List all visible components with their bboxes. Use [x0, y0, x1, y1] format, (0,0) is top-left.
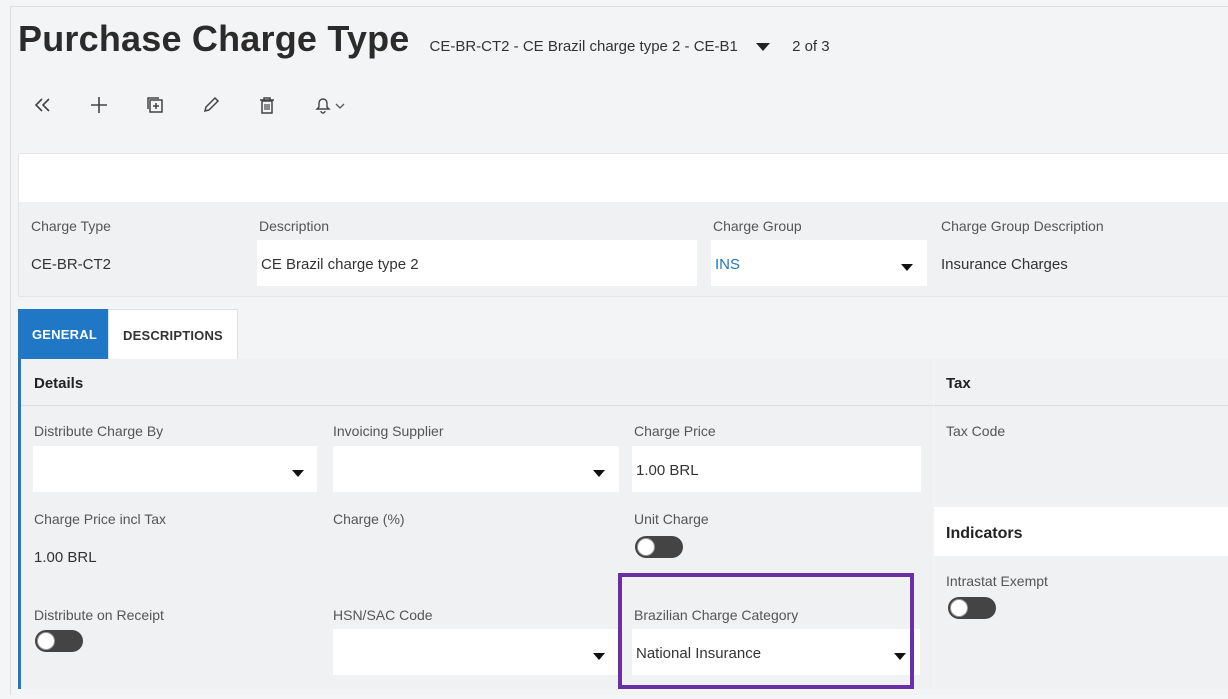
charge-group-desc-label: Charge Group Description	[941, 218, 1104, 234]
charge-price-incl-tax-value: 1.00 BRL	[34, 549, 97, 566]
toggle-knob	[37, 632, 55, 650]
tax-header	[934, 359, 1228, 406]
charge-type-value: CE-BR-CT2	[31, 256, 112, 273]
charge-price-field[interactable]: 1.00 BRL	[632, 446, 921, 492]
hsn-sac-label: HSN/SAC Code	[333, 607, 433, 623]
intrastat-exempt-toggle[interactable]	[948, 597, 996, 619]
description-field[interactable]: CE Brazil charge type 2	[257, 240, 697, 286]
tab-bar: GENERAL DESCRIPTIONS	[18, 309, 238, 360]
tax-code-label: Tax Code	[946, 423, 1006, 439]
invoicing-supplier-label: Invoicing Supplier	[333, 423, 444, 439]
distribute-on-receipt-label: Distribute on Receipt	[34, 607, 164, 623]
right-column: Tax Tax Code Indicators Intrastat Exempt	[934, 359, 1228, 689]
chevron-down-icon[interactable]	[593, 653, 605, 660]
charge-price-incl-tax-label: Charge Price incl Tax	[34, 511, 167, 527]
record-header-card: Charge Type CE-BR-CT2 Description CE Bra…	[18, 153, 1228, 297]
intrastat-exempt-label: Intrastat Exempt	[946, 573, 1048, 589]
description-label: Description	[259, 218, 330, 234]
record-count: 2 of 3	[792, 38, 830, 55]
tab-general[interactable]: GENERAL	[18, 309, 108, 359]
chevron-down-icon[interactable]	[901, 264, 913, 271]
chevron-down-icon[interactable]	[292, 470, 304, 477]
toolbar	[34, 86, 348, 124]
edit-icon[interactable]	[202, 86, 258, 124]
details-title: Details	[34, 375, 84, 392]
charge-type-label: Charge Type	[31, 218, 111, 234]
highlight-box	[618, 573, 914, 689]
toggle-knob	[637, 538, 655, 556]
record-selector-label: CE-BR-CT2 - CE Brazil charge type 2 - CE…	[429, 38, 738, 55]
details-header	[21, 359, 933, 406]
toggle-knob	[950, 599, 968, 617]
charge-price-value: 1.00 BRL	[636, 462, 699, 479]
distribute-on-receipt-toggle[interactable]	[35, 630, 83, 652]
record-selector[interactable]: CE-BR-CT2 - CE Brazil charge type 2 - CE…	[429, 38, 771, 55]
hsn-sac-field[interactable]	[333, 629, 619, 675]
delete-icon[interactable]	[258, 86, 314, 124]
add-icon[interactable]	[90, 86, 146, 124]
invoicing-supplier-field[interactable]	[333, 446, 619, 492]
page-title: Purchase Charge Type	[18, 18, 410, 59]
chevron-down-icon[interactable]	[593, 470, 605, 477]
header-band	[19, 154, 1228, 202]
indicators-title: Indicators	[946, 525, 1023, 542]
description-value: CE Brazil charge type 2	[261, 256, 419, 273]
tab-descriptions[interactable]: DESCRIPTIONS	[108, 309, 238, 360]
tax-title: Tax	[946, 375, 971, 392]
chevron-down-icon[interactable]	[756, 43, 771, 52]
collapse-icon[interactable]	[34, 86, 90, 124]
duplicate-icon[interactable]	[146, 86, 202, 124]
unit-charge-label: Unit Charge	[634, 511, 709, 527]
header-fields: Charge Type CE-BR-CT2 Description CE Bra…	[19, 202, 1228, 296]
charge-group-desc-value: Insurance Charges	[941, 256, 1068, 273]
notification-bell-icon[interactable]	[314, 86, 348, 124]
charge-group-value[interactable]: INS	[715, 256, 740, 273]
charge-price-label: Charge Price	[634, 423, 716, 439]
distribute-charge-by-label: Distribute Charge By	[34, 423, 164, 439]
charge-group-label: Charge Group	[713, 218, 802, 234]
unit-charge-toggle[interactable]	[635, 536, 683, 558]
distribute-charge-by-field[interactable]	[33, 446, 317, 492]
charge-pct-label: Charge (%)	[333, 511, 405, 527]
charge-group-field[interactable]: INS	[711, 240, 927, 286]
title-row: Purchase Charge Type CE-BR-CT2 - CE Braz…	[18, 18, 830, 68]
